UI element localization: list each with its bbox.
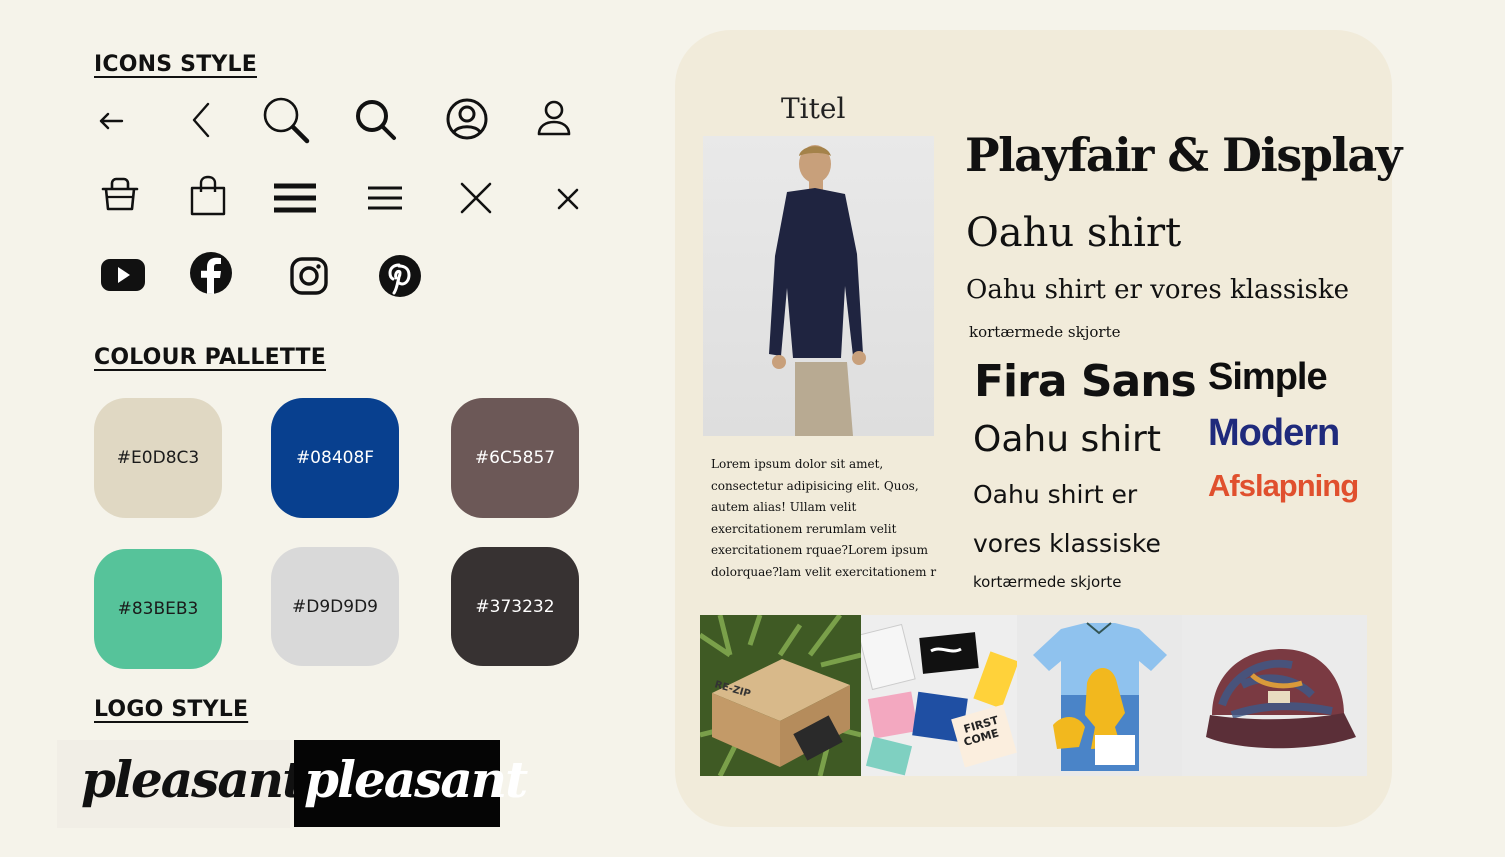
swatch-blue-label: #08408F (295, 448, 375, 468)
model-figure (769, 145, 866, 436)
swatch-beige: #E0D8C3 (94, 398, 222, 518)
logo-light: pleasant (57, 740, 305, 828)
word-simple: Simple (1208, 356, 1328, 398)
stickers-photo: FIRST COME (861, 615, 1017, 776)
logo-dark-text: pleasant (304, 750, 528, 809)
pinterest-icon[interactable] (378, 254, 422, 298)
fira-heading-2: Oahu shirt (973, 419, 1161, 460)
user-circle-icon[interactable] (444, 96, 490, 142)
logo-dark: pleasant (294, 740, 528, 827)
swatch-green: #83BEB3 (94, 549, 222, 669)
lorem-line: autem alias! Ullam velit (711, 500, 857, 514)
lorem-line: consectetur adipisicing elit. Quos, (711, 478, 919, 493)
lorem-line: dolorquae?lam velit exercitationem r (711, 564, 937, 579)
cap-photo (1182, 615, 1367, 776)
swatch-dark-label: #373232 (475, 596, 555, 617)
swatch-dark: #373232 (451, 547, 579, 666)
shirt-illustration (1017, 615, 1182, 776)
shirt-photo (1017, 615, 1182, 776)
rezip-box-illustration: RE-ZIP (700, 615, 861, 776)
stickers-illustration: FIRST COME (861, 615, 1017, 776)
icons-style-heading: ICONS STYLE (94, 52, 257, 77)
playfair-heading-3: Oahu shirt er vores klassiske (966, 275, 1350, 305)
cap-illustration (1182, 615, 1367, 776)
logo-style-heading: LOGO STYLE (94, 697, 249, 722)
word-afslapning: Afslapning (1208, 468, 1359, 503)
swatch-brown-label: #6C5857 (474, 448, 556, 468)
swatch-grey-label: #D9D9D9 (292, 596, 378, 617)
rezip-box-photo: RE-ZIP (700, 615, 861, 776)
colour-palette-heading: COLOUR PALLETTE (94, 345, 326, 370)
swatch-green-label: #83BEB3 (117, 599, 199, 619)
playfair-small: kortærmede skjorte (969, 323, 1121, 341)
basket-icon[interactable] (100, 176, 140, 214)
search-icon[interactable] (260, 94, 312, 146)
lorem-line: exercitationem rerumlam velit (711, 521, 897, 536)
word-modern: Modern (1208, 412, 1340, 454)
playfair-title: Playfair & Display (965, 128, 1402, 182)
titel-text: Titel (781, 92, 846, 125)
shopping-bag-icon[interactable] (188, 174, 228, 218)
close-small-icon[interactable] (556, 187, 580, 211)
search-bold-icon[interactable] (352, 96, 400, 144)
fira-small: kortærmede skjorte (973, 573, 1122, 591)
logo-light-text: pleasant (81, 750, 305, 809)
instagram-icon[interactable] (289, 256, 329, 296)
close-icon[interactable] (459, 181, 493, 215)
fira-heading-3b: vores klassiske (973, 529, 1161, 558)
menu-bold-icon[interactable] (272, 182, 318, 214)
arrow-left-icon[interactable] (96, 106, 126, 136)
swatch-blue: #08408F (271, 398, 399, 518)
facebook-icon[interactable] (189, 251, 233, 295)
lorem-line: Lorem ipsum dolor sit amet, (711, 457, 884, 471)
playfair-heading-2: Oahu shirt (966, 210, 1182, 256)
fira-heading-3a: Oahu shirt er (973, 480, 1138, 509)
lorem-line: exercitationem rquae?Lorem ipsum (711, 543, 928, 557)
model-photo (703, 136, 934, 436)
youtube-icon[interactable] (100, 258, 146, 292)
swatch-brown: #6C5857 (451, 398, 579, 518)
swatch-beige-label: #E0D8C3 (116, 448, 200, 468)
menu-icon[interactable] (366, 185, 404, 211)
fira-title: Fira Sans (974, 356, 1197, 407)
user-icon[interactable] (534, 98, 574, 140)
chevron-left-icon[interactable] (186, 100, 216, 140)
swatch-grey: #D9D9D9 (271, 547, 399, 666)
